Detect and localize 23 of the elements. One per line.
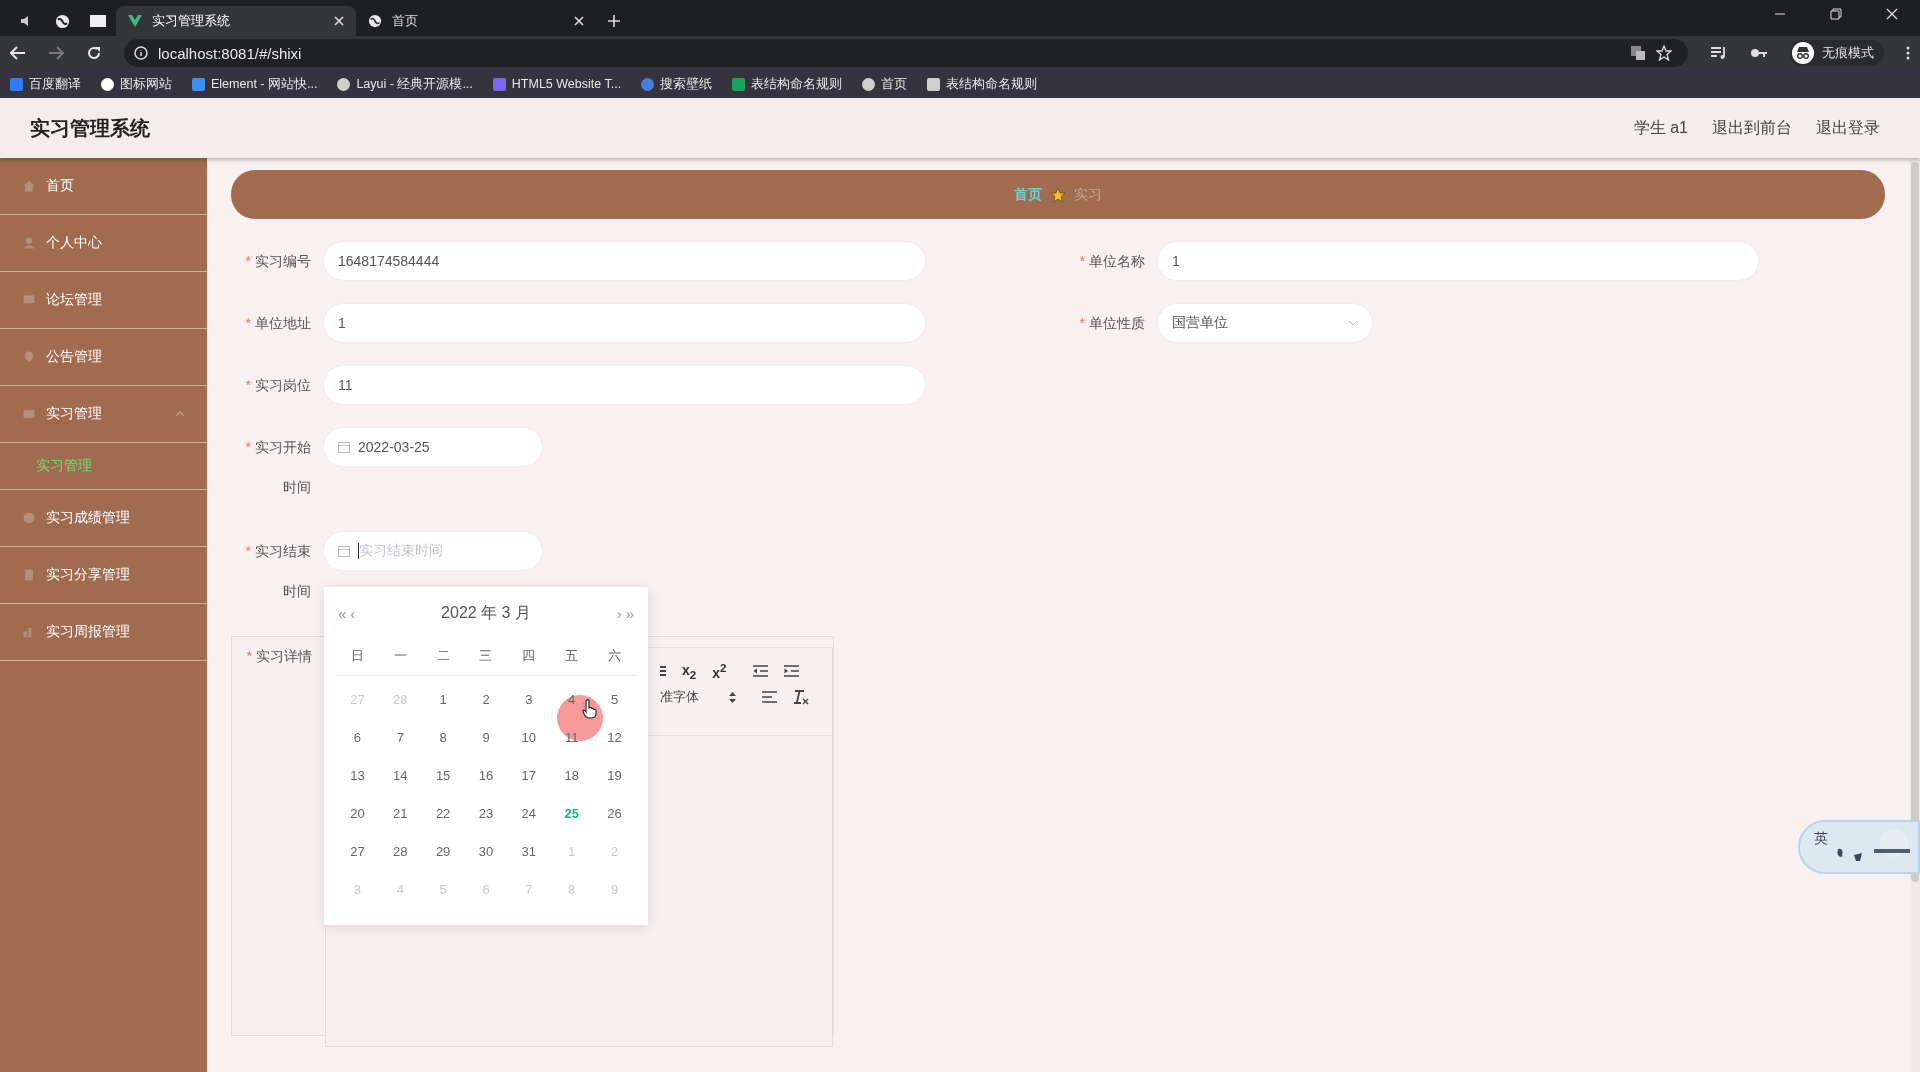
weekday-label: 一 [393,647,407,665]
weekday-label: 四 [522,647,536,665]
url-text: localhost:8081/#/shixi [158,44,302,62]
field-label: * 实习详情 [245,647,313,666]
weekday-label: 二 [436,647,450,665]
weekday-label: 三 [479,647,493,665]
app-title: 实习管理系统 [30,115,150,141]
weekday-label: 六 [608,647,622,665]
weekday-label: 五 [565,647,579,665]
field-label: * 单位地址 [244,314,312,333]
tab-title: 首页 [392,12,419,30]
field-label: * 实习结束时间 [244,542,312,601]
field-label: * 实习开始时间 [244,438,312,497]
field-label: * 实习编号 [244,252,312,271]
tab-title: 实习管理系统 [152,12,231,30]
field-label: * 单位名称 [1078,252,1146,271]
field-label: * 单位性质 [1078,314,1146,333]
field-label: * 实习岗位 [244,376,312,395]
breadcrumb-current: 实习 [1074,185,1102,204]
font-picker-label: 准字体 [660,688,699,706]
ime-mode-label: 英 [1814,830,1828,848]
weekday-label: 日 [350,647,364,665]
month-title: 2022 年 3 月 [440,602,532,623]
